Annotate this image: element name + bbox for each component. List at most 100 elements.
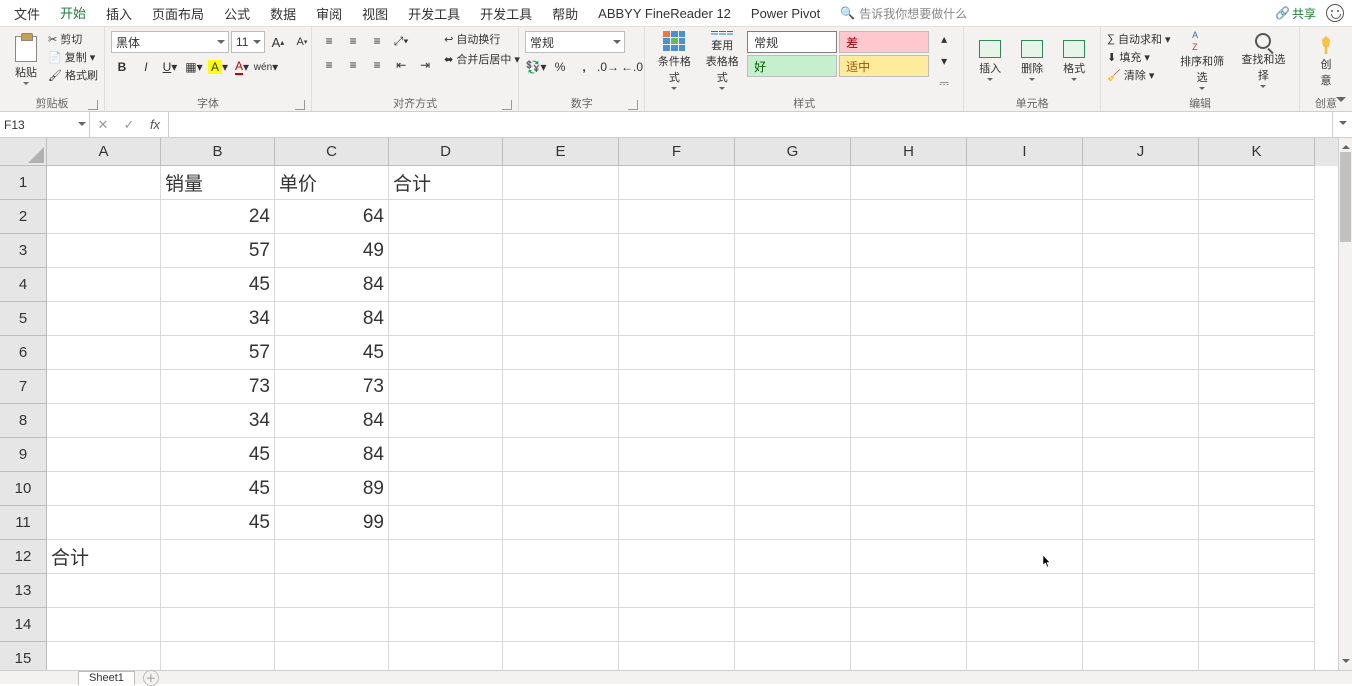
row-header-2[interactable]: 2 <box>0 200 47 234</box>
cell-G7[interactable] <box>735 370 851 404</box>
cell-E10[interactable] <box>503 472 619 506</box>
cell-F13[interactable] <box>619 574 735 608</box>
cell-J6[interactable] <box>1083 336 1199 370</box>
cell-K13[interactable] <box>1199 574 1315 608</box>
cell-C9[interactable]: 84 <box>275 438 389 472</box>
percent-button[interactable]: % <box>549 57 571 77</box>
cell-I4[interactable] <box>967 268 1083 302</box>
format-painter-button[interactable]: 🖌 格式刷 <box>48 67 98 83</box>
indent-inc-button[interactable]: ⇥ <box>414 55 436 75</box>
share-button[interactable]: 🔗共享 <box>1275 5 1316 22</box>
cell-K1[interactable] <box>1199 166 1315 200</box>
cell-F1[interactable] <box>619 166 735 200</box>
cell-E5[interactable] <box>503 302 619 336</box>
cell-B5[interactable]: 34 <box>161 302 275 336</box>
cell-C13[interactable] <box>275 574 389 608</box>
cell-I13[interactable] <box>967 574 1083 608</box>
cell-J14[interactable] <box>1083 608 1199 642</box>
cell-B1[interactable]: 销量 <box>161 166 275 200</box>
cell-B12[interactable] <box>161 540 275 574</box>
styles-more[interactable]: ⎓ <box>933 73 955 93</box>
cell-F3[interactable] <box>619 234 735 268</box>
column-headers[interactable]: ABCDEFGHIJK <box>47 138 1338 166</box>
cell-D5[interactable] <box>389 302 503 336</box>
font-name-combo[interactable]: 黑体 <box>111 31 229 53</box>
expand-formula-bar[interactable] <box>1332 112 1352 137</box>
cut-button[interactable]: ✂ 剪切 <box>48 31 98 47</box>
cell-H11[interactable] <box>851 506 967 540</box>
accept-formula-button[interactable]: ✓ <box>116 117 142 133</box>
align-bottom-button[interactable]: ≡ <box>366 31 388 51</box>
cell-B13[interactable] <box>161 574 275 608</box>
cell-A1[interactable] <box>47 166 161 200</box>
cell-E11[interactable] <box>503 506 619 540</box>
cell-B14[interactable] <box>161 608 275 642</box>
fill-color-button[interactable]: A▾ <box>207 57 229 77</box>
cell-K5[interactable] <box>1199 302 1315 336</box>
cell-D3[interactable] <box>389 234 503 268</box>
cell-G8[interactable] <box>735 404 851 438</box>
col-header-J[interactable]: J <box>1083 138 1199 166</box>
cell-K6[interactable] <box>1199 336 1315 370</box>
cell-E4[interactable] <box>503 268 619 302</box>
wrap-text-button[interactable]: ↩ 自动换行 <box>444 31 520 47</box>
row-headers[interactable]: 123456789101112131415 <box>0 166 47 670</box>
cell-K4[interactable] <box>1199 268 1315 302</box>
collapse-ribbon-button[interactable] <box>1336 97 1346 107</box>
tab-review[interactable]: 审阅 <box>306 0 352 27</box>
select-all-button[interactable] <box>0 138 47 166</box>
cell-H13[interactable] <box>851 574 967 608</box>
cell-A8[interactable] <box>47 404 161 438</box>
cancel-formula-button[interactable]: ✕ <box>90 117 116 133</box>
cell-E8[interactable] <box>503 404 619 438</box>
cell-H10[interactable] <box>851 472 967 506</box>
cell-G1[interactable] <box>735 166 851 200</box>
row-header-5[interactable]: 5 <box>0 302 47 336</box>
cell-D4[interactable] <box>389 268 503 302</box>
cell-K8[interactable] <box>1199 404 1315 438</box>
paste-button[interactable]: 粘贴 <box>6 29 46 95</box>
cell-J5[interactable] <box>1083 302 1199 336</box>
cell-H2[interactable] <box>851 200 967 234</box>
cell-K3[interactable] <box>1199 234 1315 268</box>
cell-B3[interactable]: 57 <box>161 234 275 268</box>
cell-J9[interactable] <box>1083 438 1199 472</box>
cell-A6[interactable] <box>47 336 161 370</box>
cell-C5[interactable]: 84 <box>275 302 389 336</box>
tab-abbyy[interactable]: ABBYY FineReader 12 <box>588 2 741 25</box>
autosum-button[interactable]: ∑ 自动求和 ▾ <box>1107 31 1170 47</box>
cell-G13[interactable] <box>735 574 851 608</box>
cell-E7[interactable] <box>503 370 619 404</box>
delete-cells-button[interactable]: 删除 <box>1012 29 1052 95</box>
phonetic-button[interactable]: wén▾ <box>255 57 277 77</box>
row-header-1[interactable]: 1 <box>0 166 47 200</box>
cell-A3[interactable] <box>47 234 161 268</box>
row-header-8[interactable]: 8 <box>0 404 47 438</box>
tab-dev1[interactable]: 开发工具 <box>398 0 470 27</box>
cell-G10[interactable] <box>735 472 851 506</box>
cell-J7[interactable] <box>1083 370 1199 404</box>
row-header-3[interactable]: 3 <box>0 234 47 268</box>
cell-K10[interactable] <box>1199 472 1315 506</box>
cell-G3[interactable] <box>735 234 851 268</box>
cell-H7[interactable] <box>851 370 967 404</box>
format-cells-button[interactable]: 格式 <box>1054 29 1094 95</box>
cell-G5[interactable] <box>735 302 851 336</box>
cell-F9[interactable] <box>619 438 735 472</box>
cell-C3[interactable]: 49 <box>275 234 389 268</box>
vscroll-thumb[interactable] <box>1340 152 1351 242</box>
border-button[interactable]: ▦▾ <box>183 57 205 77</box>
cell-J11[interactable] <box>1083 506 1199 540</box>
align-center-button[interactable]: ≡ <box>342 55 364 75</box>
styles-scroll-down[interactable]: ▾ <box>933 51 955 71</box>
name-box[interactable]: F13 <box>0 112 90 137</box>
cell-H5[interactable] <box>851 302 967 336</box>
font-size-combo[interactable]: 11 <box>231 31 265 53</box>
comma-button[interactable]: , <box>573 57 595 77</box>
cell-G2[interactable] <box>735 200 851 234</box>
cell-A4[interactable] <box>47 268 161 302</box>
cell-C6[interactable]: 45 <box>275 336 389 370</box>
row-header-4[interactable]: 4 <box>0 268 47 302</box>
row-header-6[interactable]: 6 <box>0 336 47 370</box>
cell-K11[interactable] <box>1199 506 1315 540</box>
